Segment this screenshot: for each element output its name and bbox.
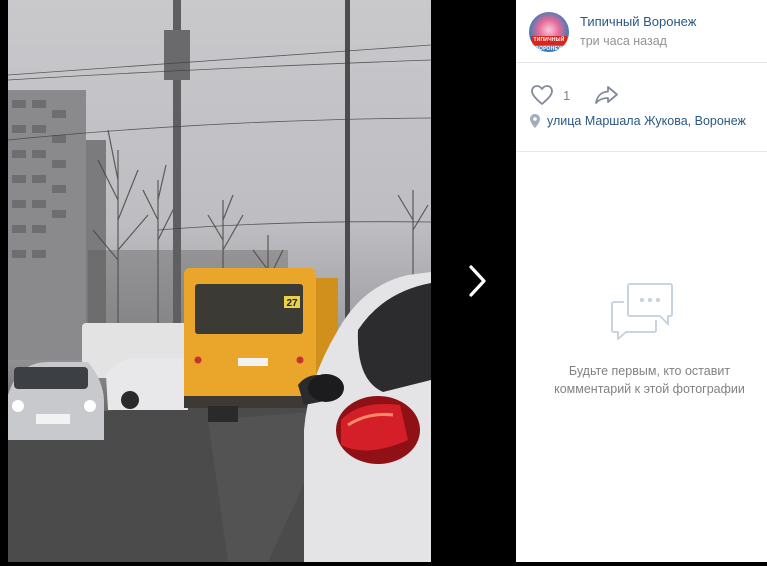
actions-bar: 1 (516, 63, 767, 152)
avatar-badge-text: ТИПИЧНЫЙ ВОРОНЕЖ (531, 36, 567, 52)
group-name-link[interactable]: Типичный Воронеж (580, 14, 696, 29)
photo[interactable]: 27 (8, 0, 431, 562)
photo-viewer: 27 (0, 0, 516, 566)
bottom-strip (0, 562, 767, 566)
chevron-right-icon (469, 265, 486, 297)
heart-icon (531, 85, 553, 105)
like-button[interactable]: 1 (530, 83, 570, 107)
bus-route-number: 27 (286, 298, 298, 309)
share-arrow-icon (595, 86, 618, 104)
post-time-link[interactable]: три часа назад (580, 34, 667, 48)
comments-empty-text: Будьте первым, кто оставит комментарий к… (516, 362, 767, 398)
comments-empty-line-1: Будьте первым, кто оставит (568, 364, 731, 378)
info-panel: ТИПИЧНЫЙ ВОРОНЕЖ Типичный Воронеж три ча… (516, 0, 767, 562)
location-row[interactable]: улица Маршала Жукова, Воронеж (530, 114, 746, 128)
post-header: ТИПИЧНЫЙ ВОРОНЕЖ Типичный Воронеж три ча… (516, 0, 767, 63)
map-pin-icon (530, 114, 540, 128)
comments-empty-line-2: комментарий к этой фотографии (554, 382, 745, 396)
avatar[interactable]: ТИПИЧНЫЙ ВОРОНЕЖ (529, 12, 569, 52)
next-photo-button[interactable] (460, 258, 496, 304)
comments-empty-state: Будьте первым, кто оставит комментарий к… (516, 282, 767, 398)
like-count: 1 (563, 87, 571, 103)
location-text: улица Маршала Жукова, Воронеж (547, 114, 746, 128)
share-button[interactable] (594, 84, 620, 106)
street-scene-image: 27 (8, 0, 431, 562)
comment-bubble-icon (610, 283, 673, 340)
